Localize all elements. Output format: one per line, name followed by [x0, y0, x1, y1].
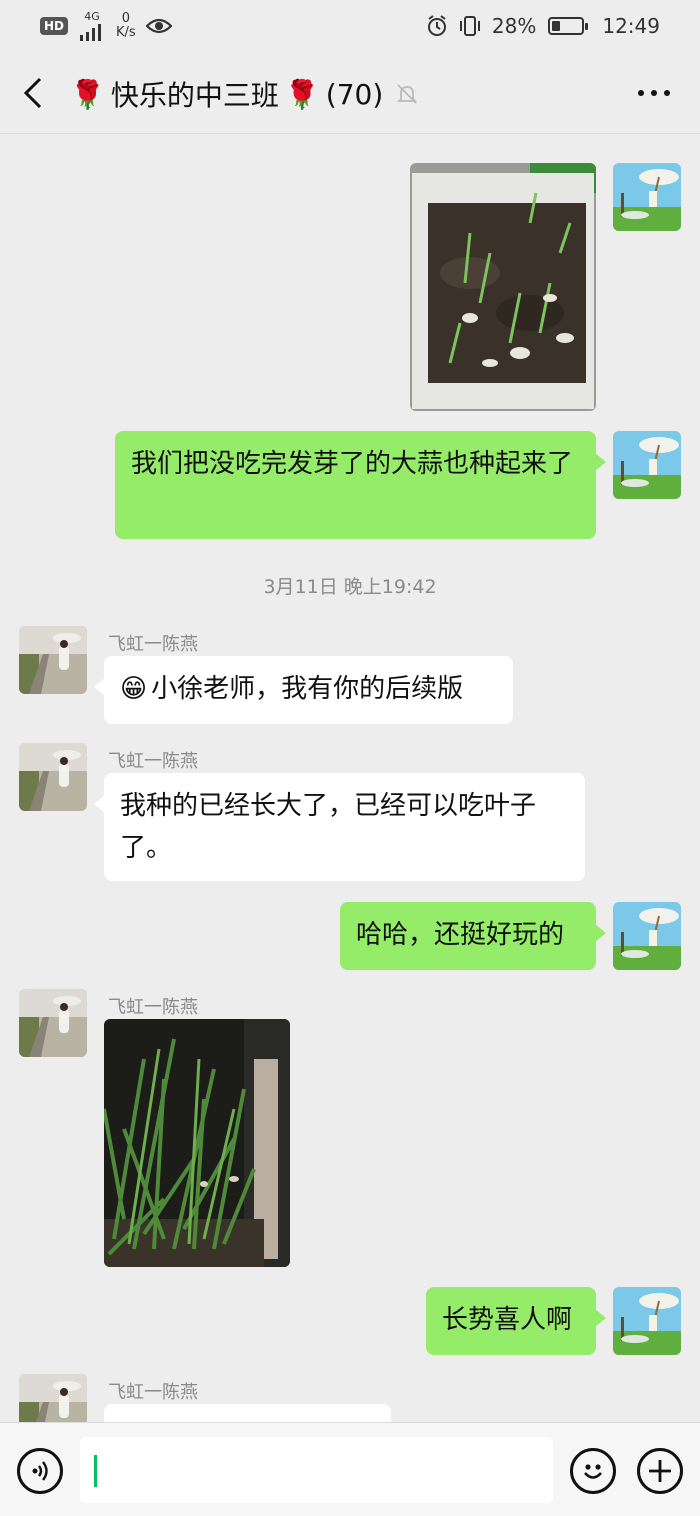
sent-message-bubble[interactable]: 长势喜人啊	[426, 1287, 606, 1355]
my-avatar[interactable]	[613, 1287, 681, 1355]
received-message-bubble[interactable]: 我种的已经长大了，已经可以吃叶子了。	[94, 773, 585, 881]
back-chevron-icon[interactable]	[20, 76, 46, 110]
sender-avatar[interactable]	[19, 989, 87, 1057]
sender-avatar[interactable]	[19, 626, 87, 694]
sent-photo-garlic[interactable]	[410, 163, 596, 411]
my-avatar[interactable]	[613, 163, 681, 231]
plus-icon	[649, 1460, 671, 1482]
emoji-button[interactable]	[570, 1448, 616, 1494]
sender-name: 飞虹一陈燕	[108, 634, 198, 655]
network-type: 4G	[84, 10, 100, 23]
chat-header: 🌹 快乐的中三班 🌹 (70)	[0, 52, 700, 134]
battery-percent: 28%	[491, 14, 537, 38]
signal-indicator: 4G	[78, 11, 106, 41]
more-functions-button[interactable]	[637, 1448, 683, 1494]
alarm-icon	[427, 15, 446, 36]
signal-bars-icon	[80, 24, 102, 41]
message-text: 小徐老师，我有你的后续版	[151, 674, 464, 704]
my-avatar[interactable]	[613, 902, 681, 970]
voice-button[interactable]	[17, 1448, 63, 1494]
message-input[interactable]	[80, 1437, 553, 1503]
sender-avatar[interactable]	[19, 743, 87, 811]
message-text: 长势喜人啊	[442, 1305, 573, 1335]
received-photo-garlic-leaves[interactable]	[104, 1019, 290, 1267]
hd-badge: HD	[40, 17, 69, 35]
vibrate-icon	[459, 16, 480, 36]
grin-emoji: 😁	[120, 674, 148, 704]
message-text: 我们把没吃完发芽了的大蒜也种起来了	[131, 449, 574, 479]
chat-title: 🌹 快乐的中三班 🌹 (70)	[70, 74, 419, 114]
sent-message-bubble[interactable]: 我们把没吃完发芽了的大蒜也种起来了	[115, 431, 606, 539]
rose-emoji-right: 🌹	[284, 77, 320, 111]
my-avatar[interactable]	[613, 431, 681, 499]
sender-name: 飞虹一陈燕	[108, 751, 198, 772]
battery-icon	[548, 17, 589, 35]
sender-name: 飞虹一陈燕	[108, 1382, 198, 1403]
eye-icon	[145, 18, 172, 34]
member-count: (70)	[325, 77, 384, 111]
voice-icon	[32, 1461, 48, 1481]
message-text: 我种的已经长大了，已经可以吃叶子了。	[120, 791, 537, 863]
network-speed: 0 K/s	[116, 12, 136, 40]
status-bar: HD 4G 0 K/s 28% 12:49	[0, 0, 700, 52]
sender-name: 飞虹一陈燕	[108, 997, 198, 1018]
sent-message-bubble[interactable]: 哈哈，还挺好玩的	[340, 902, 606, 970]
status-left: HD 4G 0 K/s	[40, 11, 172, 41]
message-text: 哈哈，还挺好玩的	[356, 920, 565, 950]
bell-off-icon	[397, 84, 418, 104]
more-dots-icon[interactable]	[636, 88, 672, 98]
battery-fill	[552, 21, 561, 31]
status-time: 12:49	[602, 14, 660, 38]
received-message-bubble[interactable]: 😁 小徐老师，我有你的后续版	[94, 656, 513, 724]
input-bar	[0, 1422, 700, 1516]
timestamp: 3月11日 晚上19:42	[263, 576, 437, 598]
rose-emoji-left: 🌹	[70, 77, 105, 111]
speed-unit: K/s	[116, 25, 136, 40]
emoji-icon	[584, 1464, 602, 1479]
group-name: 快乐的中三班	[110, 79, 279, 112]
speed-value: 0	[121, 11, 130, 26]
text-caret	[94, 1455, 97, 1487]
status-right: 28% 12:49	[426, 14, 660, 38]
